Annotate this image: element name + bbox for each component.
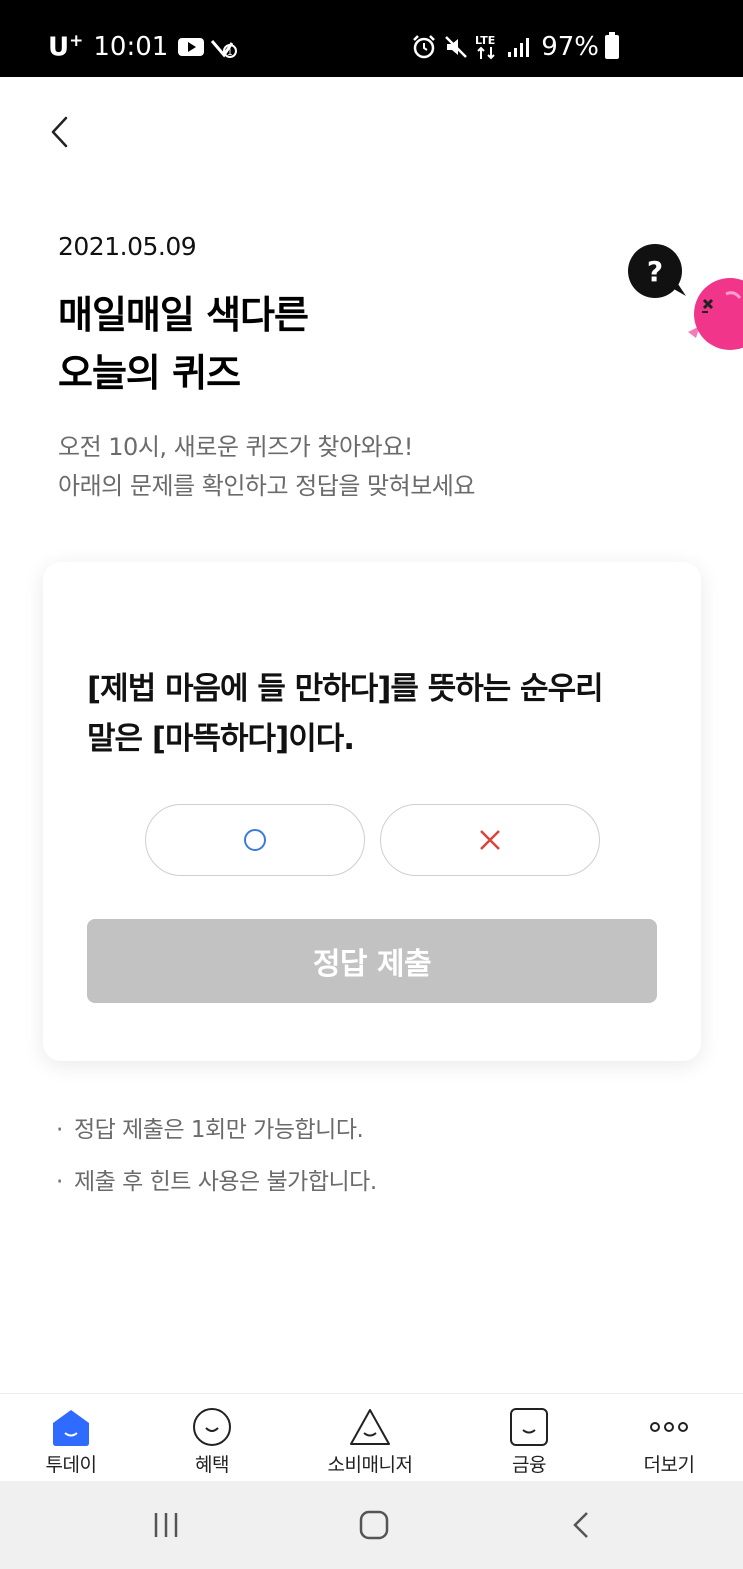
page-subtitle: 오전 10시, 새로운 퀴즈가 찾아와요! 아래의 문제를 확인하고 정답을 맞… (58, 428, 475, 506)
notice-bullet: · (56, 1169, 63, 1195)
youtube-icon (178, 37, 205, 57)
subtitle-line-2: 아래의 문제를 확인하고 정답을 맞혀보세요 (58, 472, 475, 500)
chevron-left-icon (51, 116, 68, 148)
status-time: 10:01 (93, 32, 169, 62)
back-icon (573, 1512, 588, 1538)
more-dots-icon (648, 1406, 690, 1448)
bottom-navigation: 투데이 혜택 소비매니저 금융 더보기 (0, 1393, 743, 1481)
recent-apps-button[interactable] (136, 1505, 196, 1545)
nav-label: 혜택 (195, 1454, 229, 1476)
notice-item: · 정답 제출은 1회만 가능합니다. (56, 1104, 377, 1156)
quiz-card: [제법 마음에 들 만하다]를 뜻하는 순우리 말은 [마뜩하다]이다. 정답 … (43, 562, 701, 1061)
answer-x-button[interactable] (380, 804, 600, 876)
nav-item-benefits[interactable]: 혜택 (157, 1406, 267, 1477)
nav-item-finance[interactable]: 금융 (474, 1406, 584, 1477)
nav-label: 소비매니저 (327, 1454, 413, 1476)
system-back-button[interactable] (552, 1505, 612, 1545)
home-icon (359, 1510, 389, 1540)
question-line-1: [제법 마음에 들 만하다]를 뜻하는 순우리 (87, 671, 604, 707)
lte-icon: LTE (475, 33, 501, 61)
x-mark-icon (480, 830, 500, 850)
notice-bullet: · (56, 1117, 63, 1143)
signal-icon (507, 36, 530, 58)
circle-o-icon (244, 829, 266, 851)
status-bar: U+ 10:01 1 LTE 97% (0, 0, 743, 77)
status-right: LTE 97% (411, 24, 619, 70)
battery-icon (605, 32, 619, 59)
nav-label: 더보기 (643, 1454, 695, 1476)
page-title: 매일매일 색다른 오늘의 퀴즈 (58, 286, 309, 402)
smile-circle-icon (191, 1406, 233, 1448)
square-smile-icon (508, 1406, 550, 1448)
battery-percent: 97% (541, 32, 599, 62)
svg-text:1: 1 (227, 48, 233, 58)
nav-item-today[interactable]: 투데이 (16, 1406, 126, 1477)
subtitle-line-1: 오전 10시, 새로운 퀴즈가 찾아와요! (58, 433, 413, 461)
svg-text:?: ? (647, 255, 663, 288)
svg-text:LTE: LTE (475, 34, 495, 47)
quiz-date: 2021.05.09 (58, 232, 197, 261)
submit-answer-button[interactable]: 정답 제출 (87, 919, 657, 1003)
question-bubble-icon: ? (628, 244, 686, 298)
mute-icon (443, 34, 469, 60)
wifi-calling-icon: 1 (210, 35, 238, 59)
nav-item-spending-manager[interactable]: 소비매니저 (315, 1406, 425, 1477)
notice-text: 제출 후 힌트 사용은 불가합니다. (74, 1169, 377, 1195)
mascot-character (684, 272, 743, 356)
help-button[interactable]: ? (628, 244, 686, 302)
home-button[interactable] (344, 1505, 404, 1545)
nav-label: 투데이 (45, 1454, 97, 1476)
nav-item-more[interactable]: 더보기 (614, 1406, 724, 1477)
notice-list: · 정답 제출은 1회만 가능합니다. · 제출 후 힌트 사용은 불가합니다. (56, 1104, 377, 1208)
notice-text: 정답 제출은 1회만 가능합니다. (74, 1117, 364, 1143)
alarm-icon (411, 34, 437, 60)
nav-label: 금융 (512, 1454, 546, 1476)
status-left: U+ 10:01 1 (48, 24, 244, 70)
answer-o-button[interactable] (145, 804, 365, 876)
system-navigation-bar (0, 1481, 743, 1569)
recent-apps-icon (154, 1513, 178, 1537)
back-button[interactable] (42, 112, 82, 152)
triangle-smile-icon (348, 1406, 392, 1448)
today-house-icon (50, 1406, 92, 1448)
carrier-label: U+ (48, 31, 84, 63)
notice-item: · 제출 후 힌트 사용은 불가합니다. (56, 1156, 377, 1208)
question-line-2: 말은 [마뜩하다]이다. (87, 721, 355, 757)
title-line-2: 오늘의 퀴즈 (58, 351, 241, 395)
title-line-1: 매일매일 색다른 (58, 293, 309, 337)
quiz-question: [제법 마음에 들 만하다]를 뜻하는 순우리 말은 [마뜩하다]이다. (87, 664, 667, 764)
